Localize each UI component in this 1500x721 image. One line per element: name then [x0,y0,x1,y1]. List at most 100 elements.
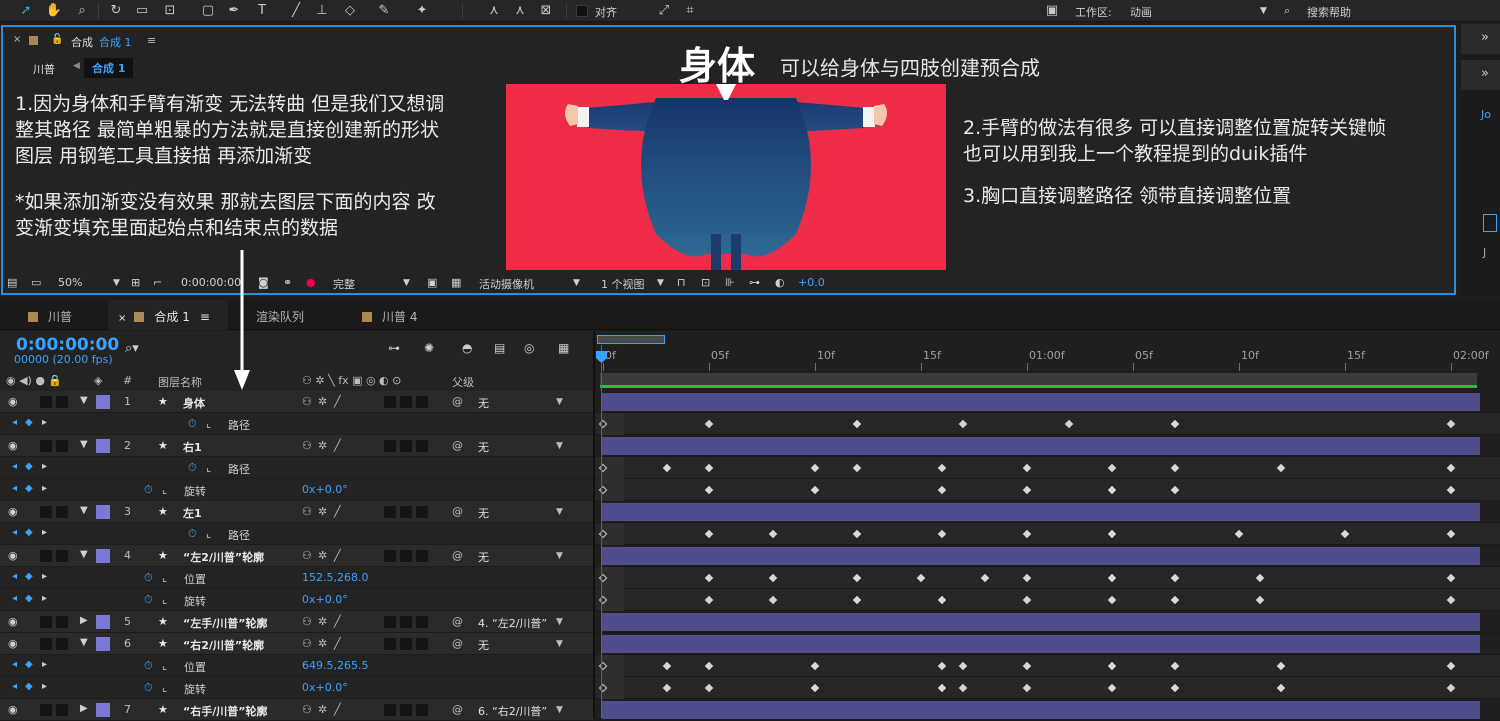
solo-switch[interactable] [40,440,52,452]
keyframe-track[interactable] [595,413,1500,435]
shy-switch-icon[interactable]: ⚇ [302,637,312,650]
resolution-select[interactable]: 完整 [333,276,355,292]
parent-select[interactable]: 6. “右2/川普” [478,703,547,719]
exposure-reset-icon[interactable]: ◐ [775,276,785,289]
column-layer-name[interactable]: 图层名称 [158,374,202,390]
keyframe-diamond[interactable] [959,661,968,671]
property-row[interactable]: ◂ ◆ ▸ ⏱ ⌞ 路径 [0,413,593,435]
keyframe-next-icon[interactable]: ▸ [42,681,47,692]
keyframe-diamond[interactable] [937,683,947,693]
lock-switch[interactable] [56,506,68,518]
puppet-pin-tool-icon[interactable]: ✦ [412,2,432,20]
shy-switch-icon[interactable]: ⚇ [302,703,312,716]
view-layout-dropdown-icon[interactable]: ▼ [657,278,664,288]
keyframe-diamond[interactable] [1107,463,1117,473]
lock-switch[interactable] [56,704,68,716]
keyframe-track[interactable] [595,523,1500,545]
keyframe-next-icon[interactable]: ▸ [42,417,47,428]
keyframe-diamond[interactable] [937,529,947,539]
zoom-dropdown-icon[interactable]: ▼ [113,278,120,288]
expand-panel-icon[interactable]: » [1461,60,1500,90]
keyframe-diamond[interactable] [1171,573,1180,583]
layer-label-color[interactable] [96,505,110,519]
switch-box[interactable] [400,704,412,716]
layer-bar[interactable] [602,393,1480,411]
lock-switch[interactable] [56,638,68,650]
twirl-expanded-icon[interactable]: ▼ [80,439,88,450]
stopwatch-icon[interactable]: ⏱ [144,483,153,497]
solo-switch[interactable] [40,704,52,716]
keyframe-diamond[interactable] [662,683,671,693]
keyframe-diamond[interactable] [810,661,820,671]
collapse-switch-icon[interactable]: ✲ [318,615,327,628]
parent-dropdown-icon[interactable]: ▼ [556,441,563,451]
layer-row[interactable]: ◉ ▼ 1 ★ 身体 ⚇ ✲ ╱ @ 无 ▼ [0,391,593,413]
selection-tool-icon[interactable]: ➚ [16,2,36,20]
keyframe-diamond[interactable] [1277,463,1286,473]
keyframe-diamond[interactable] [1022,595,1032,605]
keyframe-diamond[interactable] [1446,683,1456,693]
keyframe-diamond[interactable] [704,573,714,583]
visibility-eye-icon[interactable]: ◉ [8,637,18,650]
stopwatch-icon[interactable]: ⏱ [188,417,197,431]
keyframe-add-icon[interactable]: ◆ [25,461,33,472]
layer-bar[interactable] [602,547,1480,565]
keyframe-diamond[interactable] [768,595,777,605]
shy-switch-icon[interactable]: ⚇ [302,439,312,452]
type-tool-icon[interactable]: T [252,2,272,20]
property-row[interactable]: ◂ ◆ ▸ ⏱ ⌞ 旋转 0x+0.0° [0,479,593,501]
tab-chuanpu-4[interactable]: 川普 4 [362,300,452,330]
keyframe-diamond[interactable] [704,463,714,473]
layer-bar[interactable] [602,437,1480,455]
switch-box[interactable] [384,616,396,628]
keyframe-prev-icon[interactable]: ◂ [12,659,17,670]
keyframe-diamond[interactable] [1446,463,1456,473]
keyframe-diamond[interactable] [1171,683,1180,693]
lock-switch[interactable] [56,616,68,628]
keyframe-diamond[interactable] [959,683,968,693]
tab-render-queue[interactable]: 渲染队列 [256,300,346,330]
close-tab-icon[interactable]: × [118,313,126,324]
graph-icon[interactable]: ⌞ [162,571,167,584]
stopwatch-icon[interactable]: ⏱ [144,659,153,673]
eraser-tool-icon[interactable]: ◇ [340,2,360,20]
keyframe-diamond[interactable] [1171,419,1180,429]
layer-label-color[interactable] [96,637,110,651]
parent-select[interactable]: 无 [478,637,489,653]
keyframe-diamond[interactable] [937,485,947,495]
resolution-dropdown-icon[interactable]: ▼ [403,278,410,288]
snapping-checkbox[interactable] [576,5,588,17]
switch-box[interactable] [384,506,396,518]
keyframe-next-icon[interactable]: ▸ [42,461,47,472]
keyframe-add-icon[interactable]: ◆ [25,483,33,494]
quality-switch-icon[interactable]: ╱ [334,703,341,716]
parent-dropdown-icon[interactable]: ▼ [556,397,563,407]
layer-name[interactable]: “右2/川普”轮廓 [183,637,264,653]
region-of-interest-icon[interactable]: ▣ [427,276,437,289]
expand-panel-icon[interactable]: » [1461,24,1500,54]
visibility-eye-icon[interactable]: ◉ [8,505,18,518]
layer-bar[interactable] [602,503,1480,521]
shy-switch-icon[interactable]: ⚇ [302,549,312,562]
clone-stamp-tool-icon[interactable]: ⊥ [312,2,332,20]
region-icon[interactable]: ⌐ [153,276,162,289]
collapse-switch-icon[interactable]: ✲ [318,395,327,408]
parent-select[interactable]: 无 [478,395,489,411]
twirl-collapsed-icon[interactable]: ▶ [80,615,88,626]
keyframe-diamond[interactable] [704,595,714,605]
visibility-eye-icon[interactable]: ◉ [8,615,18,628]
brush-tool-icon[interactable]: ╱ [286,2,306,20]
lock-switch[interactable] [56,440,68,452]
keyframe-diamond[interactable] [853,463,862,473]
parent-dropdown-icon[interactable]: ▼ [556,617,563,627]
graph-icon[interactable]: ⌞ [162,593,167,606]
keyframe-diamond[interactable] [704,485,714,495]
keyframe-track[interactable] [595,479,1500,501]
keyframe-diamond[interactable] [1065,419,1074,429]
keyframe-diamond[interactable] [853,419,862,429]
switch-box[interactable] [384,550,396,562]
keyframe-diamond[interactable] [1234,529,1244,539]
shy-switch-icon[interactable]: ⚇ [302,395,312,408]
keyframe-diamond[interactable] [810,463,820,473]
keyframe-diamond[interactable] [916,573,926,583]
